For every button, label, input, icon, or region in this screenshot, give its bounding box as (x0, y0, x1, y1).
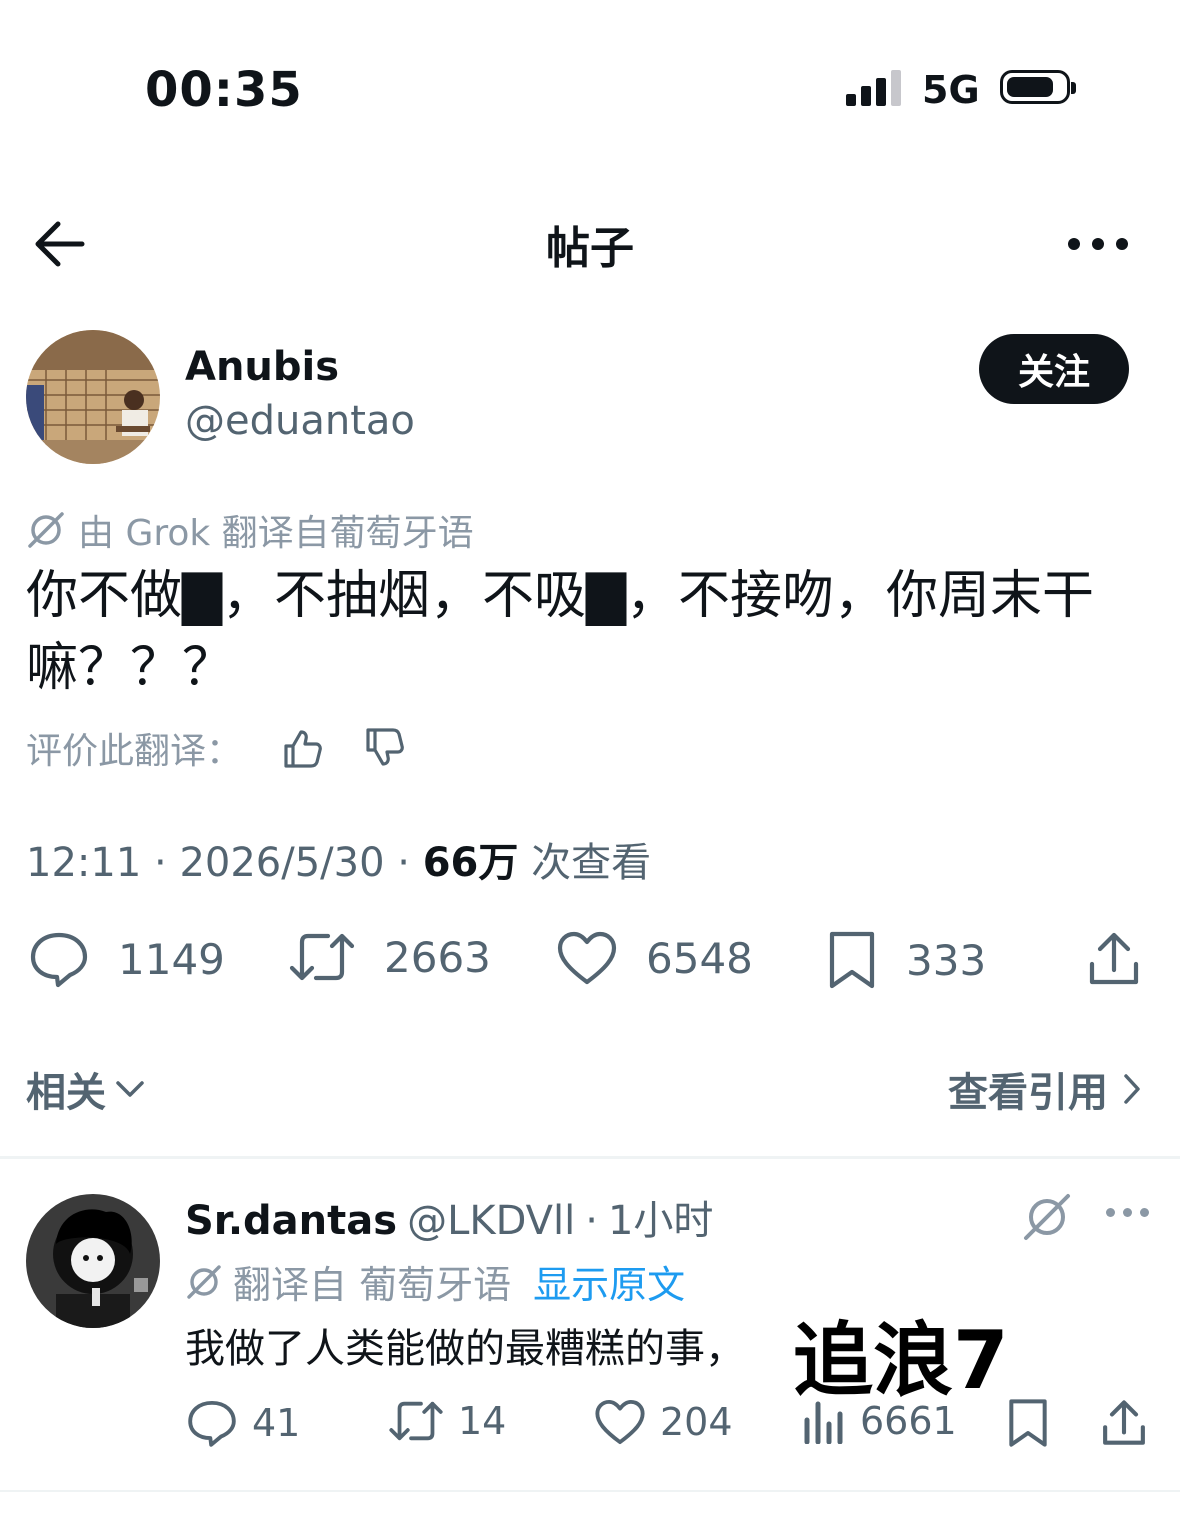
reply-reply-count: 41 (252, 1401, 301, 1445)
share-icon (1089, 932, 1139, 985)
author-handle[interactable]: @eduantao (185, 398, 415, 444)
status-time: 00:35 (145, 62, 303, 118)
rate-translation: 评价此翻译： (26, 722, 406, 774)
more-options-button[interactable] (1068, 238, 1128, 250)
chevron-down-icon (116, 1081, 144, 1097)
post-date: 2026/5/30 (179, 840, 385, 886)
share-button[interactable] (1086, 930, 1142, 988)
reply-grok-button[interactable] (1020, 1190, 1074, 1248)
divider (0, 1156, 1180, 1159)
share-icon (1103, 1400, 1145, 1445)
bookmark-icon (1009, 1399, 1047, 1447)
reply-translation-note: 翻译自 葡萄牙语 显示原文 (185, 1254, 685, 1309)
repost-count: 2663 (384, 932, 491, 982)
related-label: 相关 (26, 1070, 106, 1116)
comment-icon (30, 932, 88, 988)
post-meta: 12:11 · 2026/5/30 · 66万 次查看 (26, 840, 652, 886)
like-count: 6548 (646, 933, 753, 983)
reply-header: Sr.dantas @LKDVll · 1小时 (185, 1188, 713, 1246)
reply-share-button[interactable] (1100, 1398, 1148, 1448)
post-time: 12:11 (26, 840, 142, 886)
reply-more-button[interactable] (1106, 1208, 1150, 1218)
heart-icon (557, 931, 617, 985)
watermark-text: 追浪7 (793, 1314, 1009, 1407)
divider (0, 1490, 1180, 1492)
page-title: 帖子 (546, 223, 634, 274)
like-button[interactable]: 6548 (556, 930, 753, 986)
reply-time: 1小时 (607, 1198, 714, 1244)
post-text: 你不做▇，不抽烟，不吸▇，不接吻，你周末干嘛？？？ (26, 566, 1094, 698)
translation-note-text: 由 Grok 翻译自葡萄牙语 (78, 513, 474, 554)
related-toggle[interactable]: 相关 (26, 1060, 146, 1118)
heart-icon (595, 1399, 645, 1445)
signal-icon (846, 70, 906, 106)
thumbs-up-icon[interactable] (280, 726, 324, 770)
view-quotes-link[interactable]: 查看引用 (948, 1060, 1142, 1118)
views-count: 66万 (422, 840, 519, 886)
reply-avatar[interactable] (26, 1194, 160, 1328)
grok-icon (187, 1264, 221, 1299)
reply-repost-count: 14 (458, 1399, 507, 1443)
bookmark-button[interactable]: 333 (826, 930, 986, 990)
battery-icon (1000, 70, 1076, 104)
reply-repost-button[interactable]: 14 (388, 1398, 506, 1444)
reply-translation-text: 翻译自 葡萄牙语 (233, 1263, 512, 1307)
author-name[interactable]: Anubis (185, 344, 339, 390)
reply-author-name[interactable]: Sr.dantas (185, 1198, 397, 1244)
repost-button[interactable]: 2663 (288, 930, 491, 984)
repost-icon (389, 1401, 443, 1441)
reply-bookmark-button[interactable] (1006, 1398, 1050, 1448)
grok-icon (1024, 1194, 1070, 1240)
bookmark-icon (829, 931, 875, 989)
follow-button[interactable]: 关注 (979, 334, 1129, 404)
translation-note: 由 Grok 翻译自葡萄牙语 (26, 504, 474, 556)
thumbs-down-icon[interactable] (362, 726, 406, 770)
views-label: 次查看 (531, 840, 652, 886)
network-label: 5G (922, 68, 980, 112)
reply-author-handle[interactable]: @LKDVll (407, 1198, 575, 1244)
chevron-right-icon (1124, 1074, 1140, 1104)
quotes-label: 查看引用 (948, 1070, 1108, 1116)
reply-button[interactable]: 1149 (28, 930, 225, 988)
reply-like-button[interactable]: 204 (594, 1398, 733, 1446)
reply-text: 我做了人类能做的最糟糕的事， (185, 1326, 745, 1372)
repost-icon (289, 933, 355, 981)
grok-icon (28, 512, 64, 548)
reply-reply-button[interactable]: 41 (186, 1398, 300, 1448)
bookmark-count: 333 (906, 935, 987, 985)
reply-views-count: 6661 (860, 1399, 957, 1443)
rate-label: 评价此翻译： (26, 731, 243, 772)
avatar[interactable] (26, 330, 160, 464)
show-original-link[interactable]: 显示原文 (533, 1254, 685, 1309)
reply-count: 1149 (118, 934, 225, 984)
reply-views-button[interactable]: 6661 (802, 1398, 957, 1444)
comment-icon (188, 1400, 236, 1447)
reply-like-count: 204 (660, 1400, 733, 1444)
analytics-icon (804, 1401, 843, 1444)
